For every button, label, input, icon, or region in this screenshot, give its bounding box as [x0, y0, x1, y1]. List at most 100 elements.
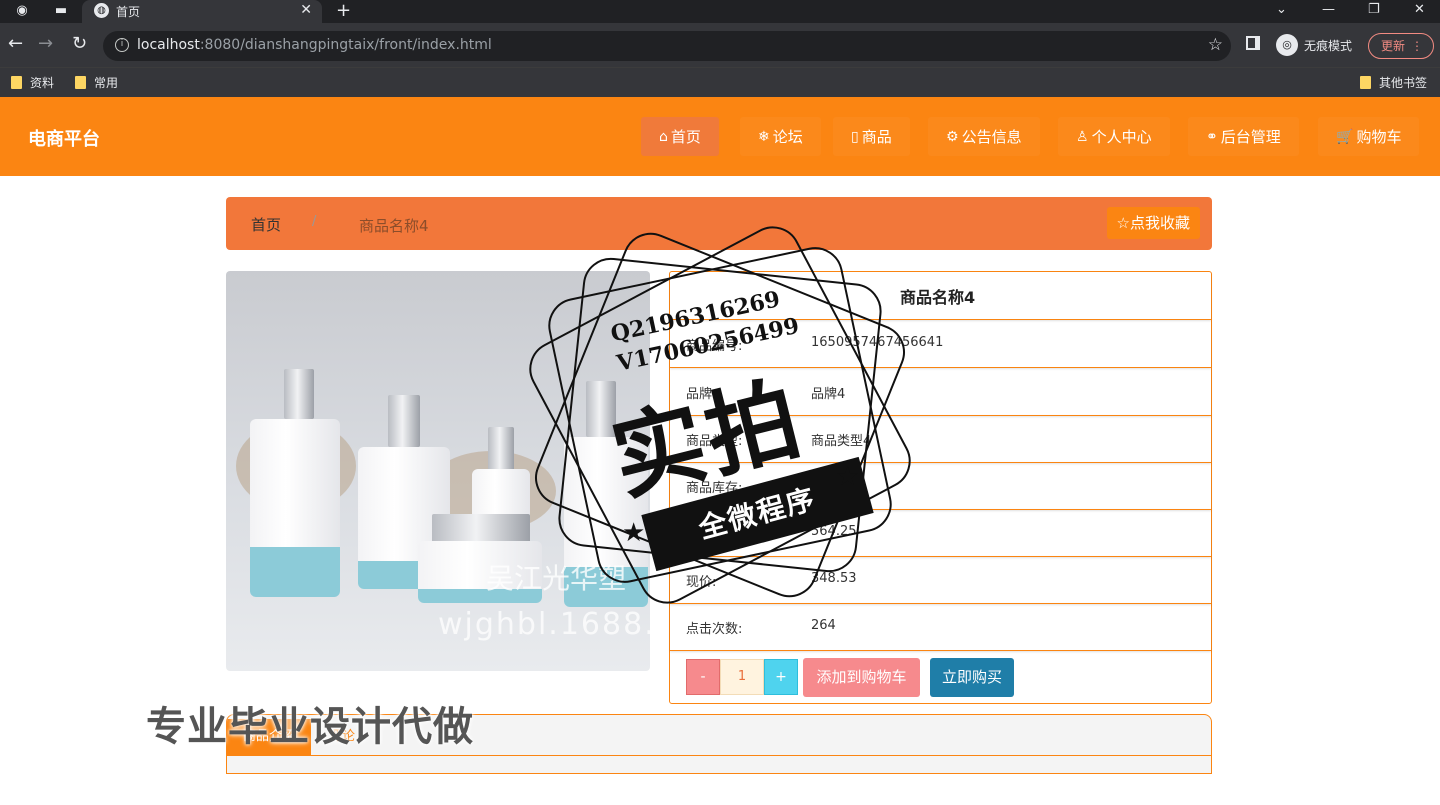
- folder-icon: [1360, 76, 1371, 89]
- image-watermark: 吴江光华塑: [486, 562, 627, 595]
- globe-icon[interactable]: ◉: [14, 3, 30, 19]
- collect-button[interactable]: ☆点我收藏: [1106, 207, 1200, 239]
- bookmark-folder-2[interactable]: 常用: [75, 74, 118, 91]
- link-icon: ⚭: [1206, 128, 1218, 145]
- image-watermark-url: wjghbl.1688.c: [438, 607, 650, 642]
- quantity-increase-button[interactable]: +: [764, 659, 798, 695]
- detail-label: 商品编号:: [686, 339, 743, 354]
- tab-title: 首页: [116, 5, 141, 19]
- detail-label: 商品类型:: [686, 434, 743, 449]
- menu-dots-icon: ⋮: [1411, 39, 1423, 53]
- browser-tab[interactable]: ◍ 首页 ✕: [82, 0, 322, 23]
- site-brand[interactable]: 电商平台: [28, 125, 100, 151]
- incognito-indicator[interactable]: ◎ 无痕模式: [1276, 31, 1352, 59]
- detail-row: 品牌: 品牌4: [670, 368, 1211, 416]
- back-icon[interactable]: ←: [8, 34, 23, 54]
- collect-label: 点我收藏: [1129, 214, 1190, 232]
- home-icon: ⌂: [659, 128, 668, 145]
- detail-row: 商品编号: 1650957467456641: [670, 320, 1211, 368]
- forward-icon[interactable]: →: [38, 34, 53, 54]
- bottle-cap: [284, 369, 314, 419]
- chevron-down-icon[interactable]: ⌄: [1276, 0, 1287, 20]
- new-tab-button[interactable]: +: [336, 0, 351, 22]
- bookmark-label: 常用: [94, 76, 119, 90]
- breadcrumb-separator: /: [312, 214, 317, 229]
- detail-label: 品牌:: [686, 387, 717, 402]
- site-header: 电商平台 ⌂ 首页 ❄ 论坛 ▯ 商品 ⚙ 公告信息 ♙ 个人中心 ⚭ 后台管理 🛒 购物车: [0, 97, 1440, 176]
- bookmark-folder-1[interactable]: 资料: [11, 74, 54, 91]
- bookmark-label: 其他书签: [1379, 76, 1428, 90]
- announcement-icon: ⚙: [946, 128, 959, 145]
- nav-user-center[interactable]: ♙ 个人中心: [1058, 117, 1170, 156]
- browser-tab-strip: ◉ ▬ ◍ 首页 ✕ + ⌄ — ❐ ✕: [0, 0, 1440, 23]
- detail-title-row: 商品名称4: [670, 272, 1211, 320]
- nav-home[interactable]: ⌂ 首页: [641, 117, 719, 156]
- address-bar[interactable]: i localhost:8080/dianshangpingtaix/front…: [103, 31, 1231, 61]
- add-to-cart-button[interactable]: 添加到购物车: [803, 658, 920, 697]
- bottle-cap: [586, 381, 616, 437]
- nav-label: 后台管理: [1220, 128, 1281, 146]
- detail-value: 4: [811, 477, 820, 492]
- bottle: [250, 419, 340, 597]
- detail-label: 原价:: [686, 528, 717, 543]
- detail-value: 1650957467456641: [811, 335, 944, 350]
- star-icon: ☆: [1116, 214, 1130, 232]
- incognito-icon: ◎: [1276, 34, 1298, 56]
- detail-value: 348.53: [811, 571, 857, 586]
- nav-label: 个人中心: [1091, 128, 1152, 146]
- side-panel-icon[interactable]: [1246, 36, 1260, 50]
- nav-announcements[interactable]: ⚙ 公告信息: [928, 117, 1040, 156]
- other-bookmarks[interactable]: 其他书签: [1360, 74, 1427, 91]
- bottle-cap: [388, 395, 420, 447]
- nav-forum[interactable]: ❄ 论坛: [740, 117, 821, 156]
- update-button[interactable]: 更新 ⋮: [1368, 33, 1434, 59]
- jar-lid: [432, 514, 530, 544]
- breadcrumb-current: 商品名称4: [359, 217, 429, 235]
- browser-toolbar: ← → ↻ i localhost:8080/dianshangpingtaix…: [0, 23, 1440, 67]
- quantity-input[interactable]: 1: [720, 659, 764, 695]
- product-detail-panel: 商品名称4 商品编号: 1650957467456641 品牌: 品牌4 商品类…: [669, 271, 1212, 704]
- detail-row: 现价: 348.53: [670, 556, 1211, 604]
- nav-label: 购物车: [1356, 128, 1402, 146]
- bookmark-label: 资料: [30, 76, 55, 90]
- restore-button[interactable]: ❐: [1368, 0, 1380, 20]
- detail-row: 商品类型: 商品类型4: [670, 415, 1211, 463]
- overlay-watermark-text: 专业毕业设计代做: [146, 704, 474, 750]
- close-icon[interactable]: ✕: [300, 2, 312, 18]
- detail-value: 品牌4: [811, 387, 846, 402]
- bottle-cap: [488, 427, 514, 471]
- tab-divider: [227, 755, 1211, 756]
- buy-now-button[interactable]: 立即购买: [930, 658, 1014, 697]
- incognito-label: 无痕模式: [1304, 38, 1353, 53]
- url-text[interactable]: localhost:8080/dianshangpingtaix/front/i…: [137, 37, 492, 53]
- nav-label: 公告信息: [961, 128, 1022, 146]
- product-icon: ▯: [851, 128, 859, 145]
- detail-label: 点击次数:: [686, 622, 743, 637]
- nav-cart[interactable]: 🛒 购物车: [1318, 117, 1420, 156]
- detail-row: 点击次数: 264: [670, 603, 1211, 651]
- close-window-button[interactable]: ✕: [1414, 0, 1425, 20]
- bookmarks-bar: 资料 常用 其他书签: [0, 67, 1440, 97]
- detail-value: 商品类型4: [811, 434, 872, 449]
- nav-label: 论坛: [772, 128, 803, 146]
- breadcrumb-home[interactable]: 首页: [251, 214, 281, 235]
- snowflake-icon: ❄: [758, 128, 770, 145]
- nav-admin[interactable]: ⚭ 后台管理: [1188, 117, 1299, 156]
- quantity-decrease-button[interactable]: -: [686, 659, 720, 695]
- tab-search-icon[interactable]: ▬: [53, 3, 69, 19]
- detail-row: 原价: 564.25: [670, 509, 1211, 557]
- detail-row: 商品库存: 4: [670, 462, 1211, 510]
- detail-value: 564.25: [811, 524, 857, 539]
- bookmark-star-icon[interactable]: ☆: [1208, 35, 1223, 55]
- detail-label: 商品库存:: [686, 481, 743, 496]
- update-label: 更新: [1381, 39, 1406, 53]
- cart-icon: 🛒: [1336, 128, 1354, 145]
- product-image: 吴江光华塑 wjghbl.1688.c: [226, 271, 650, 671]
- info-icon[interactable]: i: [115, 38, 129, 52]
- user-icon: ♙: [1076, 128, 1089, 145]
- minimize-button[interactable]: —: [1322, 0, 1335, 20]
- nav-products[interactable]: ▯ 商品: [833, 117, 910, 156]
- breadcrumb: 首页 / 商品名称4 ☆点我收藏: [226, 197, 1212, 250]
- detail-label: 现价:: [686, 575, 717, 590]
- reload-icon[interactable]: ↻: [72, 34, 87, 54]
